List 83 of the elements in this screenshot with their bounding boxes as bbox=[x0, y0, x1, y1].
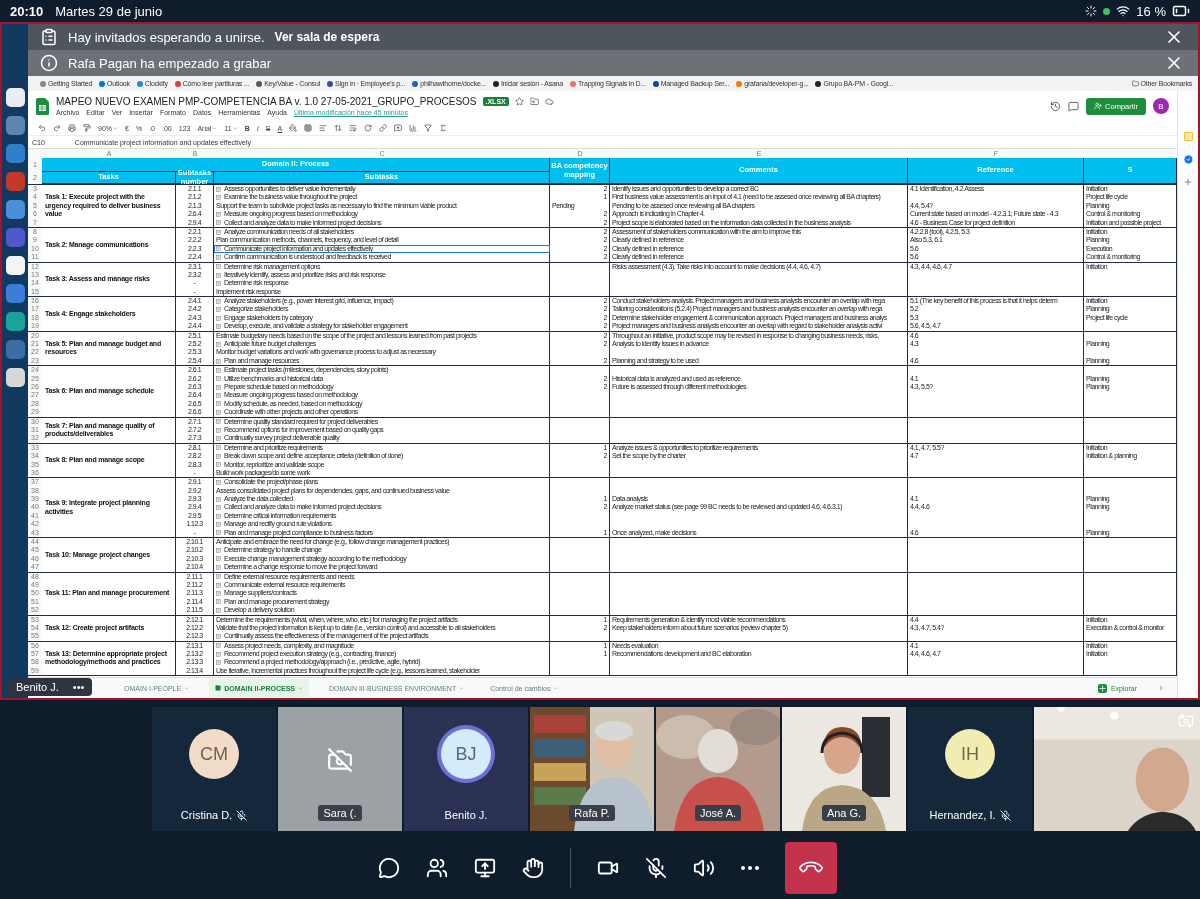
comment-icon[interactable] bbox=[1068, 100, 1080, 112]
bar-chart-icon[interactable] bbox=[409, 124, 418, 132]
wrap-text-icon[interactable] bbox=[349, 124, 358, 132]
document-title[interactable]: MAPEO NUEVO EXAMEN PMP-COMPETENCIA BA v. 1.0 27-05-2021_GRUPO_PROCESOS bbox=[56, 96, 477, 107]
participant-tile[interactable]: BJ Benito J. bbox=[404, 707, 528, 831]
plus-icon[interactable] bbox=[1183, 177, 1193, 187]
paint-bucket-icon[interactable] bbox=[289, 124, 298, 132]
redo-icon[interactable] bbox=[53, 124, 61, 132]
more-options[interactable]: ••• bbox=[72, 681, 85, 693]
clock: 20:10 bbox=[10, 3, 44, 19]
share-button[interactable] bbox=[473, 856, 496, 879]
chevron-right-icon[interactable] bbox=[1157, 684, 1165, 692]
folder-icon bbox=[1131, 80, 1139, 87]
chat-button[interactable] bbox=[377, 856, 400, 879]
arrows-icon[interactable] bbox=[334, 124, 343, 132]
mic-off-icon bbox=[644, 856, 667, 879]
chat-icon bbox=[377, 856, 400, 879]
more-button[interactable] bbox=[740, 865, 759, 870]
participant-avatar: BJ bbox=[441, 729, 491, 779]
comment-icon[interactable] bbox=[394, 124, 403, 132]
caret-icon bbox=[298, 685, 303, 691]
presenter-name: Benito J. bbox=[16, 681, 59, 693]
camera-off-icon bbox=[327, 747, 353, 773]
people-button[interactable] bbox=[425, 856, 448, 879]
banner-text: Hay invitados esperando a unirse. bbox=[68, 29, 265, 45]
share-icon bbox=[473, 856, 496, 879]
sheets-logo-icon[interactable] bbox=[36, 97, 49, 115]
participant-tile[interactable]: Sara (. bbox=[278, 707, 402, 831]
wifi-icon bbox=[1116, 4, 1131, 18]
app-icon[interactable] bbox=[5, 88, 25, 107]
participant-avatar: IH bbox=[945, 729, 995, 779]
link-icon[interactable] bbox=[379, 124, 388, 132]
participant-tile[interactable]: IH Hernandez, I. bbox=[908, 707, 1032, 831]
user-plus-icon bbox=[1094, 102, 1103, 110]
app-icon[interactable] bbox=[5, 256, 25, 275]
banner-text: Rafa Pagan ha empezado a grabar bbox=[68, 55, 272, 71]
people-icon bbox=[425, 856, 448, 879]
caret-icon bbox=[113, 125, 118, 131]
react-icon bbox=[521, 856, 544, 879]
caret-icon bbox=[553, 685, 559, 691]
participant-name: Ana G. bbox=[821, 805, 867, 821]
caret-icon bbox=[212, 125, 218, 131]
caret-icon bbox=[232, 125, 238, 131]
sheet-icon bbox=[215, 685, 222, 691]
participant-name: Benito J. bbox=[444, 809, 488, 821]
participant-name: Hernandez, I. bbox=[929, 809, 996, 821]
info-icon bbox=[40, 54, 58, 72]
folder-icon[interactable] bbox=[529, 97, 539, 106]
react-button[interactable] bbox=[521, 856, 544, 879]
sigma-icon[interactable] bbox=[439, 124, 448, 132]
status-dot-icon bbox=[1103, 7, 1111, 15]
caret-icon bbox=[184, 685, 190, 691]
user-avatar[interactable]: B bbox=[1153, 98, 1169, 114]
rotate-icon[interactable] bbox=[364, 124, 373, 132]
participant-name: José A. bbox=[694, 805, 742, 821]
check-circle-icon[interactable] bbox=[1182, 154, 1194, 165]
history-icon[interactable] bbox=[1050, 100, 1062, 112]
print-icon[interactable] bbox=[68, 124, 76, 132]
lobby-link[interactable]: Ver sala de espera bbox=[274, 30, 380, 44]
more-icon bbox=[740, 865, 759, 870]
grid-icon[interactable] bbox=[304, 124, 313, 132]
participant-avatar: CM bbox=[189, 729, 239, 779]
clipboard-icon bbox=[40, 28, 58, 46]
undo-icon[interactable] bbox=[38, 124, 46, 132]
cloud-icon[interactable] bbox=[544, 97, 554, 106]
camera-switch-icon[interactable] bbox=[1178, 713, 1194, 729]
star-icon[interactable] bbox=[514, 97, 524, 106]
mic-button[interactable] bbox=[644, 856, 667, 879]
participant-name: Rafa P. bbox=[569, 805, 615, 821]
participant-name: Cristina D. bbox=[180, 809, 233, 821]
loading-icon bbox=[1085, 5, 1098, 17]
plus-icon bbox=[1097, 683, 1107, 693]
align-left-icon[interactable] bbox=[319, 124, 328, 132]
app-icon[interactable] bbox=[5, 368, 25, 387]
hang-up-button[interactable] bbox=[784, 841, 837, 894]
paint-roller-icon[interactable] bbox=[83, 124, 91, 132]
participant-tile[interactable]: CM Cristina D. bbox=[152, 707, 276, 831]
filter-icon[interactable] bbox=[424, 124, 433, 132]
caret-icon bbox=[459, 685, 465, 691]
date: Martes 29 de junio bbox=[55, 3, 163, 19]
participant-name: Sara (. bbox=[318, 805, 362, 821]
battery-level: 16 % bbox=[1136, 3, 1166, 19]
presenter-label[interactable]: Benito J. ••• bbox=[8, 678, 93, 696]
